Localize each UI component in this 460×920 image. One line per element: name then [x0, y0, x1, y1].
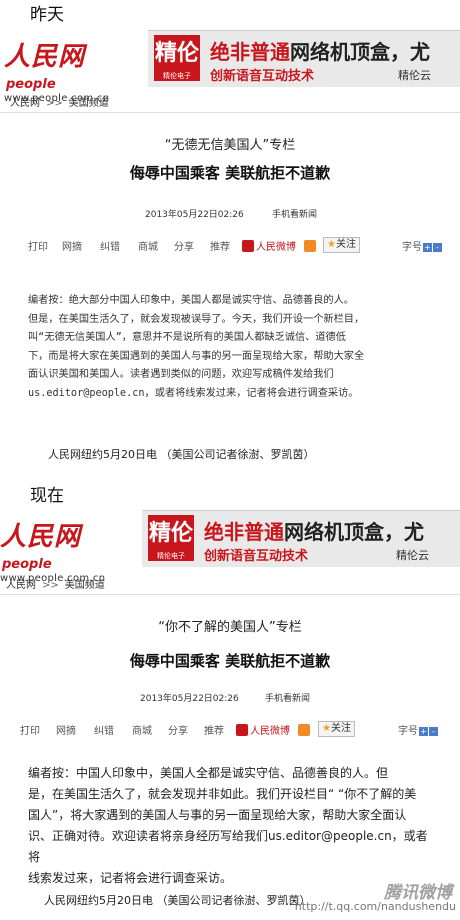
dateline: 人民网纽约5月20日电 （美国公司记者徐澍、罗凯茵） — [48, 448, 315, 461]
divider — [0, 594, 460, 595]
site-logo[interactable]: 人民网people www.people.com.cn — [0, 516, 130, 584]
bookmark-button[interactable]: 网摘 — [62, 238, 82, 253]
shop-button[interactable]: 商城 — [138, 238, 158, 253]
logo-cn: 人民网 — [4, 42, 86, 72]
breadcrumb-home[interactable]: 人民网 — [10, 98, 40, 109]
mobile-news-link[interactable]: 手机看新闻 — [272, 207, 317, 220]
weibo-icon — [242, 240, 254, 252]
ad-badge: 精伦 精伦电子 — [154, 35, 200, 81]
recommend-button[interactable]: 推荐 — [210, 238, 230, 253]
font-size-control: 字号 + - — [398, 722, 438, 737]
breadcrumb-channel[interactable]: 美国频道 — [69, 98, 109, 109]
editor-note: 编者按：绝大部分中国人印象中，美国人都是诚实守信、品德善良的人。 但是，在美国生… — [28, 295, 365, 399]
headline: 侮辱中国乘客 美联航拒不道歉 — [129, 164, 331, 182]
breadcrumb-sep: >> — [42, 580, 59, 591]
bookmark-button[interactable]: 网摘 — [56, 722, 76, 737]
ad-banner[interactable]: 精伦 精伦电子 绝非普通网络机顶盒，尤 创新语音互动技术 精伦云 — [142, 510, 460, 567]
after-label: 现在 — [30, 486, 64, 506]
star-icon: ★ — [322, 723, 331, 734]
share-button[interactable]: 分享 — [174, 238, 194, 253]
breadcrumb: 人民网 >> 美国频道 — [6, 576, 105, 591]
column-title: “你不了解的美国人”专栏 — [158, 620, 302, 635]
article-toolbar: 打印 网摘 纠错 商城 分享 推荐 人民微博 ★关注 字号 + - — [20, 721, 444, 738]
rss-icon[interactable] — [304, 240, 316, 252]
watermark-url: http://t.qq.com/nandushendu — [294, 900, 456, 913]
ad-brand: 精伦云 — [396, 549, 429, 562]
ad-title: 绝非普通网络机顶盒，尤 — [210, 40, 430, 64]
site-header: 人民网people www.people.com.cn 精伦 精伦电子 绝非普通网… — [0, 30, 460, 104]
breadcrumb-home[interactable]: 人民网 — [6, 580, 36, 591]
print-button[interactable]: 打印 — [20, 722, 40, 737]
font-decrease-button[interactable]: - — [429, 727, 438, 736]
weibo-icon — [236, 724, 248, 736]
font-size-control: 字号 + - — [402, 238, 442, 253]
breadcrumb-sep: >> — [46, 98, 63, 109]
recommend-button[interactable]: 推荐 — [204, 722, 224, 737]
ad-banner[interactable]: 精伦 精伦电子 绝非普通网络机顶盒，尤 创新语音互动技术 精伦云 — [148, 30, 460, 87]
ad-subtitle: 创新语音互动技术 — [210, 69, 315, 84]
star-icon: ★ — [327, 239, 336, 250]
ad-title: 绝非普通网络机顶盒，尤 — [204, 520, 424, 544]
ad-brand: 精伦云 — [398, 69, 431, 82]
publish-date: 2013年05月22日02:26 — [145, 210, 244, 220]
font-increase-button[interactable]: + — [419, 727, 428, 736]
weibo-button[interactable]: 人民微博 — [242, 238, 296, 253]
publish-date: 2013年05月22日02:26 — [140, 694, 239, 704]
breadcrumb-channel[interactable]: 美国频道 — [65, 580, 105, 591]
report-error-button[interactable]: 纠错 — [94, 722, 114, 737]
article-toolbar: 打印 网摘 纠错 商城 分享 推荐 人民微博 ★关注 字号 + - — [28, 237, 448, 254]
mobile-news-link[interactable]: 手机看新闻 — [265, 691, 310, 704]
dateline: 人民网纽约5月20日电 （美国公司记者徐澍、罗凯茵） — [44, 894, 311, 907]
font-decrease-button[interactable]: - — [433, 243, 442, 252]
logo-en: people — [2, 557, 52, 572]
follow-button[interactable]: ★关注 — [318, 721, 355, 737]
column-title: “无德无信美国人”专栏 — [164, 138, 296, 153]
site-header: 人民网people www.people.com.cn 精伦 精伦电子 绝非普通网… — [0, 510, 460, 584]
weibo-button[interactable]: 人民微博 — [236, 722, 290, 737]
headline: 侮辱中国乘客 美联航拒不道歉 — [129, 652, 331, 670]
share-button[interactable]: 分享 — [168, 722, 188, 737]
divider — [0, 112, 460, 113]
shop-button[interactable]: 商城 — [132, 722, 152, 737]
site-logo[interactable]: 人民网people www.people.com.cn — [4, 36, 134, 104]
editor-note: 编者按：中国人印象中，美国人全都是诚实守信、品德善良的人。但 是，在美国生活久了… — [28, 766, 428, 885]
logo-cn: 人民网 — [0, 522, 82, 552]
breadcrumb: 人民网 >> 美国频道 — [10, 94, 109, 109]
print-button[interactable]: 打印 — [28, 238, 48, 253]
logo-en: people — [6, 77, 56, 92]
ad-subtitle: 创新语音互动技术 — [204, 549, 309, 564]
report-error-button[interactable]: 纠错 — [100, 238, 120, 253]
ad-badge: 精伦 精伦电子 — [148, 515, 194, 561]
follow-button[interactable]: ★关注 — [323, 237, 360, 253]
rss-icon[interactable] — [298, 724, 310, 736]
before-label: 昨天 — [30, 5, 64, 25]
font-increase-button[interactable]: + — [423, 243, 432, 252]
